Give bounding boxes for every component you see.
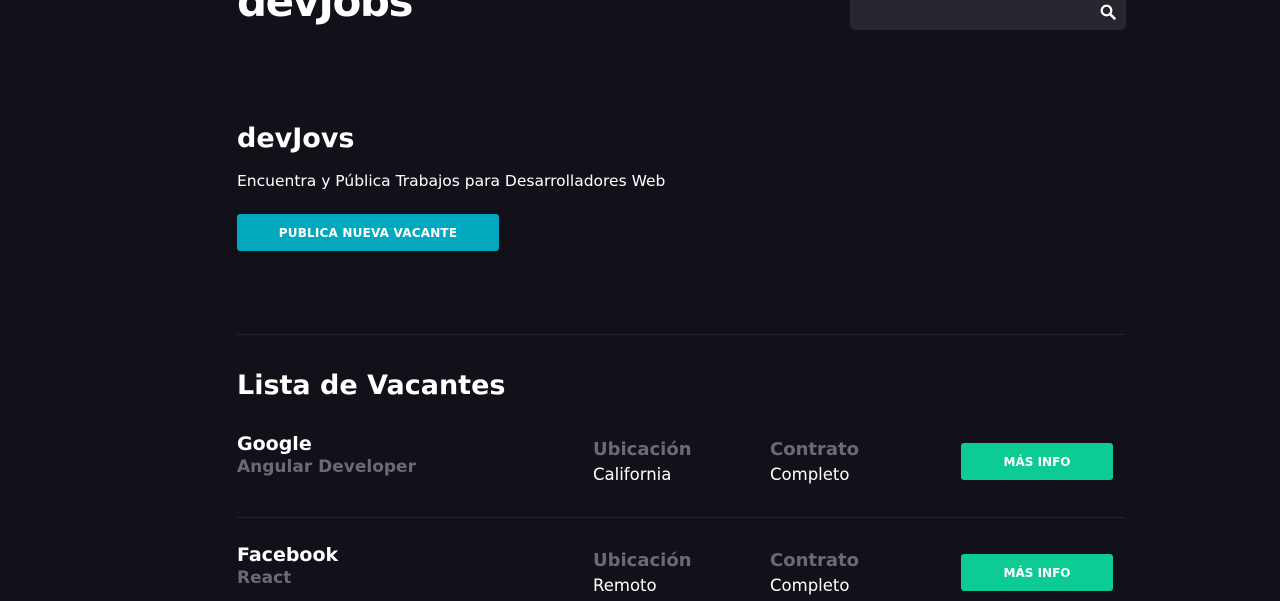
publish-vacancy-button[interactable]: PUBLICA NUEVA VACANTE — [237, 214, 499, 251]
job-row: Facebook React Ubicación Remoto Contrato… — [237, 544, 1125, 601]
page-container: devJobs devJovs Encuentra y Pública Trab… — [237, 0, 1126, 601]
search-bar — [850, 0, 1126, 30]
more-info-button[interactable]: MÁS INFO — [961, 443, 1113, 480]
job-row: Google Angular Developer Ubicación Calif… — [237, 433, 1125, 513]
search-input[interactable] — [850, 0, 1090, 30]
job-role: React — [237, 568, 292, 588]
site-logo[interactable]: devJobs — [237, 0, 413, 23]
hero-subtitle: Encuentra y Pública Trabajos para Desarr… — [237, 172, 666, 190]
job-location: California — [593, 465, 672, 484]
jobs-list-title: Lista de Vacantes — [237, 370, 506, 401]
job-location: Remoto — [593, 576, 657, 595]
search-icon[interactable] — [1100, 4, 1116, 20]
job-company: Facebook — [237, 544, 339, 566]
job-role: Angular Developer — [237, 457, 416, 477]
job-contract: Completo — [770, 465, 850, 484]
row-divider — [237, 517, 1125, 518]
contract-label: Contrato — [770, 439, 859, 460]
hero-title: devJovs — [237, 123, 355, 154]
contract-label: Contrato — [770, 550, 859, 571]
location-label: Ubicación — [593, 550, 692, 571]
section-divider — [237, 334, 1125, 335]
job-company: Google — [237, 433, 312, 455]
location-label: Ubicación — [593, 439, 692, 460]
job-contract: Completo — [770, 576, 850, 595]
more-info-button[interactable]: MÁS INFO — [961, 554, 1113, 591]
